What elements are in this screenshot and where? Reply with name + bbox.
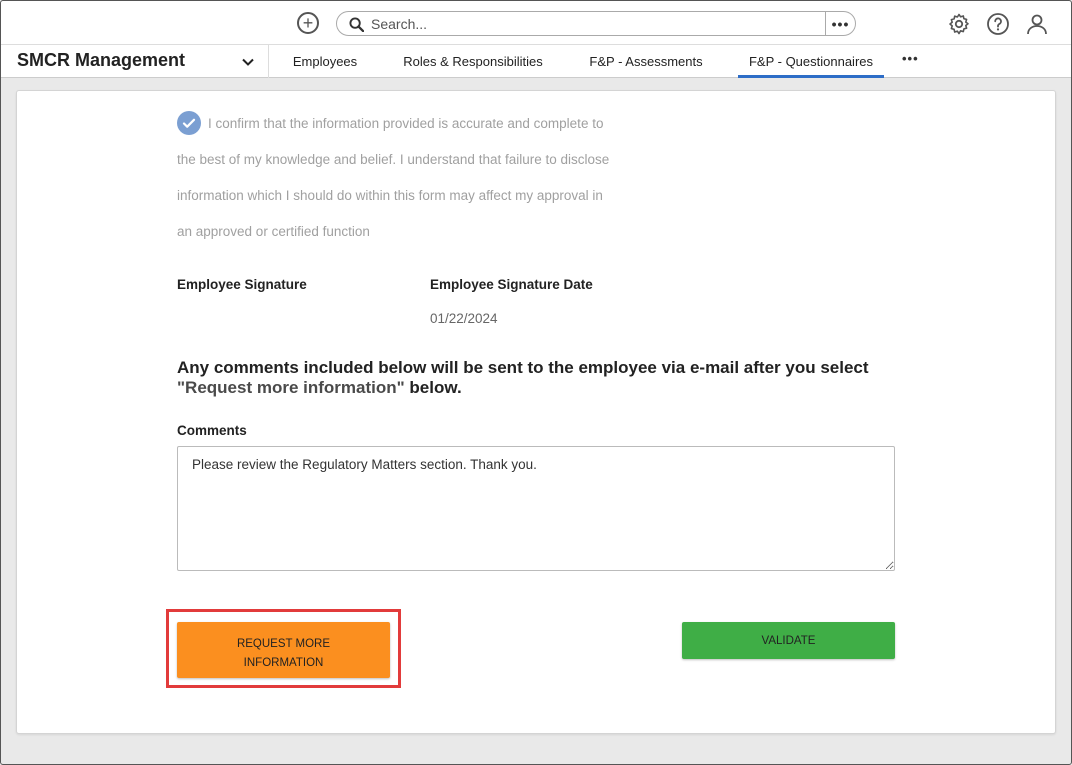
comments-notice: Any comments included below will be sent… [177,358,907,398]
nav-bar: SMCR Management Employees Roles & Respon… [1,45,1071,78]
notice-text: Any comments included below will be sent… [177,358,869,377]
checkmark-icon [182,118,196,128]
notice-text-end: below. [404,378,462,397]
employee-signature-date-value: 01/22/2024 [430,311,498,326]
search-icon [349,17,364,32]
confirmation-text-line: I confirm that the information provided … [208,116,604,131]
validate-button[interactable]: VALIDATE [682,622,895,659]
confirmation-text-line: the best of my knowledge and belief. I u… [177,152,610,167]
employee-signature-label: Employee Signature [177,277,307,292]
comments-field[interactable]: Please review the Regulatory Matters sec… [177,446,895,571]
search-options-button[interactable]: ••• [825,12,855,35]
more-tabs-button[interactable]: ••• [902,51,919,66]
nav-divider [268,45,269,78]
notice-quoted-action: "Request more information" [177,378,405,397]
confirmation-checkbox[interactable] [177,111,201,135]
tab-employees[interactable]: Employees [285,45,365,78]
tab-roles-responsibilities[interactable]: Roles & Responsibilities [397,45,549,78]
request-more-information-button[interactable]: REQUEST MORE INFORMATION [177,622,390,678]
employee-signature-date-label: Employee Signature Date [430,277,593,292]
comments-label: Comments [177,423,247,438]
confirmation-text-line: an approved or certified function [177,224,370,239]
search-input[interactable] [371,14,811,33]
help-icon[interactable] [986,12,1010,36]
plus-circle-icon[interactable]: + [297,12,319,34]
search-bar[interactable]: ••• [336,11,856,36]
user-icon[interactable] [1025,12,1049,36]
gear-icon[interactable] [947,12,971,36]
tab-fp-assessments[interactable]: F&P - Assessments [582,45,710,78]
confirmation-text-line: information which I should do within thi… [177,188,603,203]
chevron-down-icon[interactable] [241,55,255,69]
tab-fp-questionnaires[interactable]: F&P - Questionnaires [738,45,884,78]
app-title[interactable]: SMCR Management [17,50,185,71]
top-bar: + ••• [1,1,1071,45]
